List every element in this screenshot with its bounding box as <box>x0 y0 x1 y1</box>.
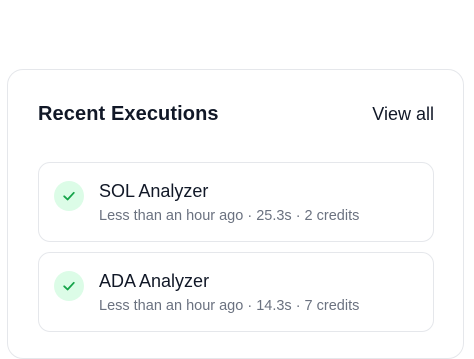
execution-item[interactable]: SOL Analyzer Less than an hour ago · 25.… <box>38 162 434 242</box>
execution-meta: Less than an hour ago · 14.3s · 7 credit… <box>99 298 360 314</box>
success-status-badge <box>54 181 84 211</box>
execution-name: ADA Analyzer <box>99 271 210 291</box>
success-status-badge <box>54 271 84 301</box>
panel-title: Recent Executions <box>38 102 219 125</box>
recent-executions-panel: Recent Executions View all SOL Analyzer … <box>7 69 464 359</box>
view-all-link[interactable]: View all <box>372 104 434 125</box>
execution-item[interactable]: ADA Analyzer Less than an hour ago · 14.… <box>38 252 434 332</box>
check-icon <box>63 281 75 291</box>
panel-header: Recent Executions View all <box>38 100 434 128</box>
execution-name: SOL Analyzer <box>99 181 209 201</box>
execution-meta: Less than an hour ago · 25.3s · 2 credit… <box>99 208 360 224</box>
check-icon <box>63 191 75 201</box>
